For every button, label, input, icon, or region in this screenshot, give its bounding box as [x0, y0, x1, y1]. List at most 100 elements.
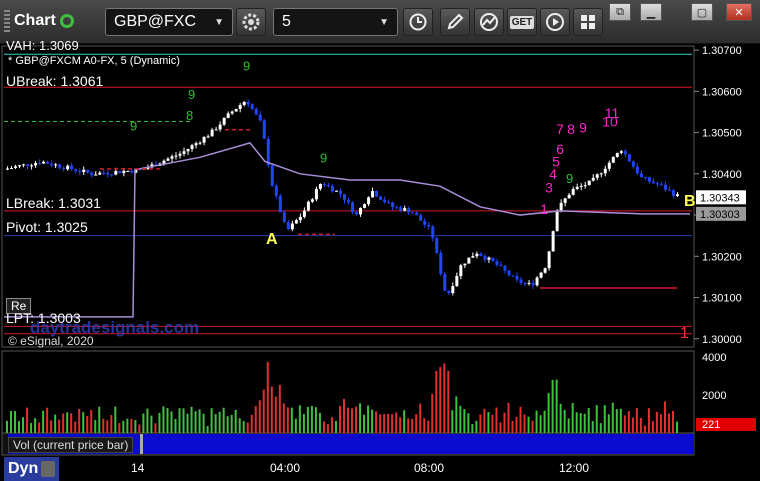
maximize-button[interactable]: ▢	[691, 3, 713, 21]
candle-body	[359, 207, 363, 215]
volume-bar	[607, 414, 610, 433]
candle-body	[282, 212, 286, 223]
volume-bar	[146, 408, 149, 433]
volume-bar	[310, 405, 313, 433]
play-button[interactable]	[540, 8, 570, 36]
candle-body	[46, 161, 50, 164]
volume-bar	[583, 413, 586, 433]
volume-bar	[134, 420, 137, 433]
get-button[interactable]: GET	[507, 8, 537, 36]
symbol-field[interactable]: GBP@FXC ▼	[105, 8, 233, 36]
volume-bar	[30, 423, 33, 433]
draw-button[interactable]	[440, 8, 470, 36]
volume-bar	[591, 421, 594, 433]
candle-body	[94, 174, 98, 176]
copyright-label: © eSignal, 2020	[8, 334, 94, 348]
minimize-icon: ▁	[646, 6, 656, 19]
layout-button[interactable]	[573, 8, 603, 36]
lock-icon[interactable]	[41, 461, 56, 477]
price-tag-label: 1.30303	[700, 209, 740, 221]
volume-bar	[527, 416, 530, 433]
chart-toolbar: Chart GBP@FXC ▼ 5 ▼ GET ⧉ ▁ ▢ ✕	[0, 0, 760, 44]
volume-bar	[515, 417, 518, 433]
level-label-lpt: LPT: 1.3003	[6, 310, 81, 326]
volume-bar	[102, 418, 105, 433]
link-status-icon[interactable]	[59, 14, 74, 28]
minimize-button[interactable]: ▁	[640, 3, 662, 21]
candle-body	[206, 136, 210, 138]
scrollbar-grip[interactable]	[140, 434, 143, 454]
volume-tick-label: 2000	[702, 390, 726, 402]
volume-bar	[306, 406, 309, 433]
chevron-down-icon[interactable]: ▼	[214, 17, 224, 28]
volume-bar	[226, 416, 229, 433]
candle-body	[415, 212, 419, 216]
restore-button[interactable]: ⧉	[609, 3, 631, 21]
volume-bar	[138, 424, 141, 433]
volume-bar	[218, 411, 221, 433]
interval-value: 5	[282, 13, 291, 30]
x-tick-0: 14	[131, 461, 145, 475]
settings-button[interactable]	[236, 8, 266, 36]
candle-body	[18, 165, 22, 167]
td-count-label: 3	[545, 179, 553, 195]
green-count-label: 9	[566, 171, 573, 186]
volume-bar	[254, 406, 257, 433]
volume-bar	[667, 413, 670, 433]
candle-body	[278, 195, 282, 213]
dyn-badge[interactable]: Dyn	[4, 457, 60, 481]
time-button[interactable]	[403, 8, 433, 36]
y-tick-label: 1.30600	[702, 86, 742, 98]
volume-bar	[631, 417, 634, 433]
candle-body	[431, 226, 435, 239]
volume-layer	[6, 361, 678, 433]
volume-bar	[234, 409, 237, 433]
candle-body	[74, 169, 78, 172]
candle-body	[114, 171, 118, 175]
volume-bar	[110, 415, 113, 433]
volume-bar	[158, 412, 161, 433]
volume-bar	[294, 418, 297, 433]
volume-bar	[387, 413, 390, 433]
candle-body	[258, 114, 262, 121]
chart-canvas[interactable]: 7 8 9111065431998999 1.307001.306001.30500…	[0, 44, 760, 457]
volume-bar	[539, 415, 542, 433]
volume-bar	[575, 412, 578, 433]
candle-body	[463, 263, 467, 266]
candle-body	[367, 197, 371, 205]
candle-body	[62, 167, 66, 170]
volume-bar	[230, 414, 233, 433]
volume-bar	[214, 414, 217, 433]
candle-body	[182, 151, 186, 154]
volume-bar	[363, 414, 366, 433]
candle-body	[314, 188, 318, 200]
candle-body	[511, 275, 515, 277]
candle-body	[631, 161, 635, 167]
candle-body	[130, 170, 134, 173]
candle-body	[491, 257, 495, 262]
drag-grip[interactable]	[4, 10, 10, 32]
candle-body	[575, 186, 579, 189]
volume-bar	[206, 426, 209, 433]
volume-bar	[359, 403, 362, 433]
candle-body	[174, 155, 178, 157]
candle-body	[487, 257, 491, 260]
series-label: * GBP@FXCM A0-FX, 5 (Dynamic)	[8, 55, 180, 67]
volume-bar	[26, 407, 29, 433]
volume-bar	[471, 424, 474, 433]
y-tick-label: 1.30500	[702, 128, 742, 140]
volume-bar	[579, 413, 582, 433]
interval-field[interactable]: 5 ▼	[273, 8, 398, 36]
studies-button[interactable]	[474, 8, 504, 36]
play-icon	[546, 13, 564, 31]
close-button[interactable]: ✕	[726, 3, 752, 21]
volume-bar	[595, 405, 598, 433]
candle-body	[371, 191, 375, 198]
volume-bar	[326, 424, 329, 433]
td-count-label: 10	[602, 113, 618, 129]
candle-body	[214, 129, 218, 131]
chevron-down-icon[interactable]: ▼	[379, 17, 389, 28]
candle-body	[110, 174, 114, 176]
candle-body	[651, 181, 655, 184]
volume-bar	[330, 417, 333, 433]
